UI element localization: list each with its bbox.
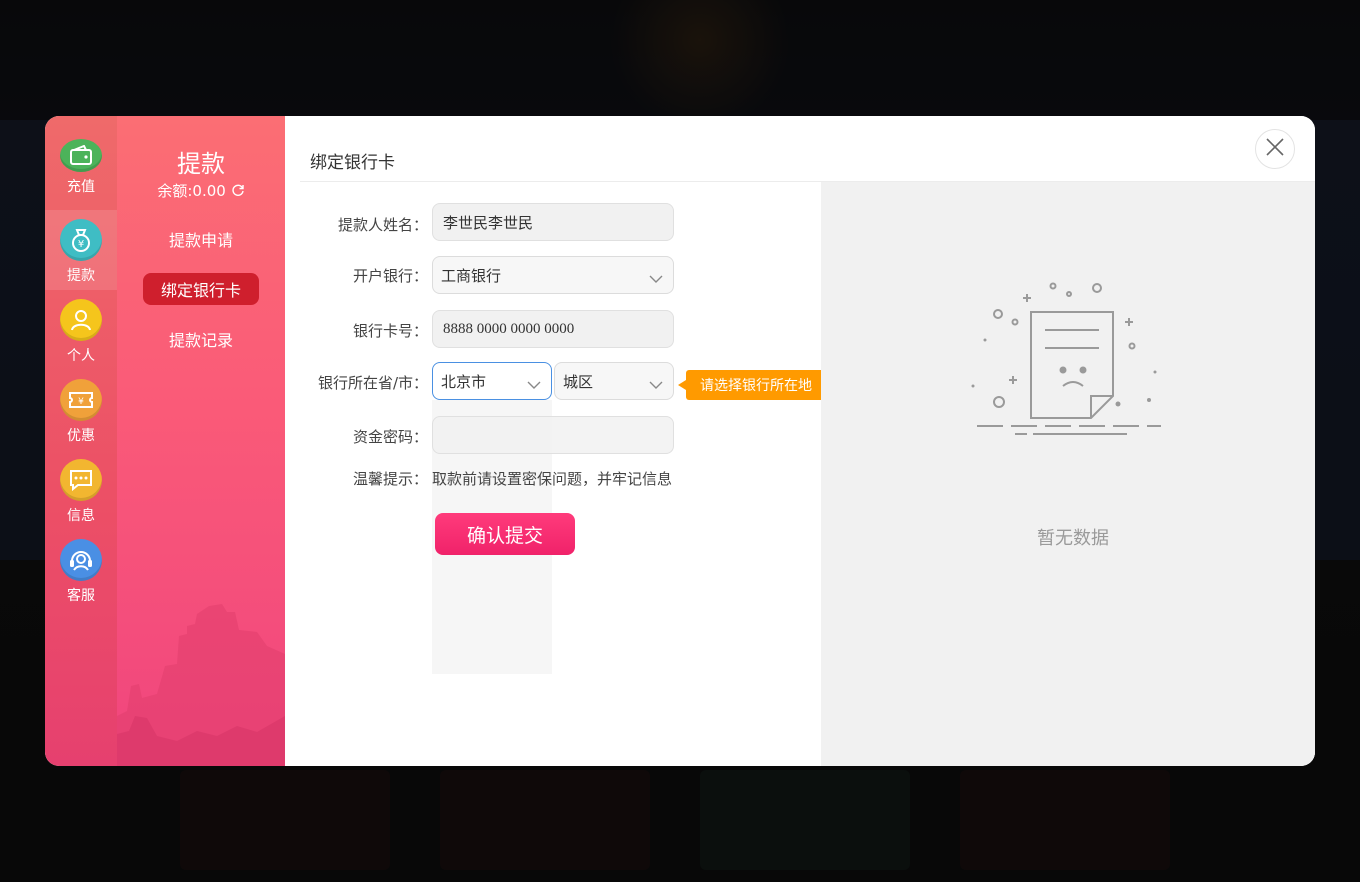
money-bag-icon: ¥ (60, 219, 102, 261)
card-number-field[interactable]: 8888 0000 0000 0000 (432, 310, 674, 348)
svg-text:¥: ¥ (78, 397, 84, 407)
sidebar-item-label: 信息 (67, 508, 95, 524)
card-number-label: 银行卡号： (352, 322, 428, 340)
sidebar-item-label: 提款 (67, 268, 95, 284)
user-icon (60, 299, 102, 341)
submenu-title: 提款 (177, 150, 225, 178)
submenu-link-apply[interactable]: 提款申请 (143, 223, 259, 255)
sidebar-item-withdraw[interactable]: ¥ 提款 (45, 210, 117, 290)
refresh-icon[interactable] (231, 183, 245, 201)
close-button[interactable] (1255, 129, 1295, 169)
withdraw-submenu: 提款 余额:0.00 提款申请 绑定银行卡 提款记录 (117, 116, 285, 766)
fund-password-field[interactable] (432, 416, 674, 454)
sidebar-item-recharge[interactable]: 充值 (45, 116, 117, 196)
balance-text: 余额:0.00 (157, 182, 226, 200)
empty-state-panel: 暂无数据 (821, 182, 1315, 766)
name-field[interactable]: 李世民李世民 (432, 203, 674, 241)
submenu-link-records[interactable]: 提款记录 (143, 323, 259, 355)
svg-text:¥: ¥ (78, 239, 84, 250)
ticket-icon: ¥ (60, 379, 102, 421)
city-select[interactable]: 城区 (554, 362, 674, 400)
sidebar-item-label: 充值 (67, 179, 95, 195)
sidebar-item-promotions[interactable]: ¥ 优惠 (45, 370, 117, 450)
sidebar-item-messages[interactable]: 信息 (45, 450, 117, 530)
icon-sidebar: 充值 ¥ 提款 个人 ¥ 优惠 信息 客服 (45, 116, 117, 766)
great-wall-illustration (117, 604, 285, 766)
sidebar-item-support[interactable]: 客服 (45, 530, 117, 610)
province-select-value: 北京市 (441, 372, 487, 391)
chevron-down-icon (527, 376, 541, 394)
chevron-down-icon (649, 376, 663, 394)
headset-icon (60, 539, 102, 581)
province-select[interactable]: 北京市 (432, 362, 552, 400)
location-label: 银行所在省/市： (317, 374, 428, 392)
bank-select-value: 工商银行 (441, 266, 502, 285)
empty-document-icon (971, 282, 1161, 435)
sidebar-item-profile[interactable]: 个人 (45, 290, 117, 370)
name-label: 提款人姓名： (337, 216, 428, 234)
confirm-submit-button[interactable]: 确认提交 (435, 513, 575, 555)
page-title: 绑定银行卡 (310, 153, 395, 173)
sidebar-item-label: 个人 (67, 348, 95, 364)
submenu-link-bind-card[interactable]: 绑定银行卡 (143, 273, 259, 305)
sidebar-item-label: 客服 (67, 588, 95, 604)
wallet-icon (60, 139, 102, 172)
hint-text: 取款前请设置密保问题，并牢记信息 (432, 470, 673, 488)
close-icon (1265, 137, 1285, 161)
balance-display: 余额:0.00 (117, 180, 285, 201)
empty-state-text: 暂无数据 (1037, 528, 1109, 549)
message-icon (60, 459, 102, 501)
bank-label: 开户银行： (352, 267, 428, 285)
city-select-value: 城区 (563, 372, 594, 391)
bind-card-panel: 绑定银行卡 提款人姓名： 李世民李世民 开户银行： 工商银行 银行卡号： 888… (285, 116, 1315, 766)
chevron-down-icon (649, 270, 663, 288)
bank-select[interactable]: 工商银行 (432, 256, 674, 294)
withdraw-modal: 充值 ¥ 提款 个人 ¥ 优惠 信息 客服 提款 余额:0.00 提款申请 绑定… (45, 116, 1315, 766)
hint-label: 温馨提示： (352, 470, 428, 488)
fund-password-label: 资金密码： (352, 428, 428, 446)
sidebar-item-label: 优惠 (67, 428, 95, 444)
